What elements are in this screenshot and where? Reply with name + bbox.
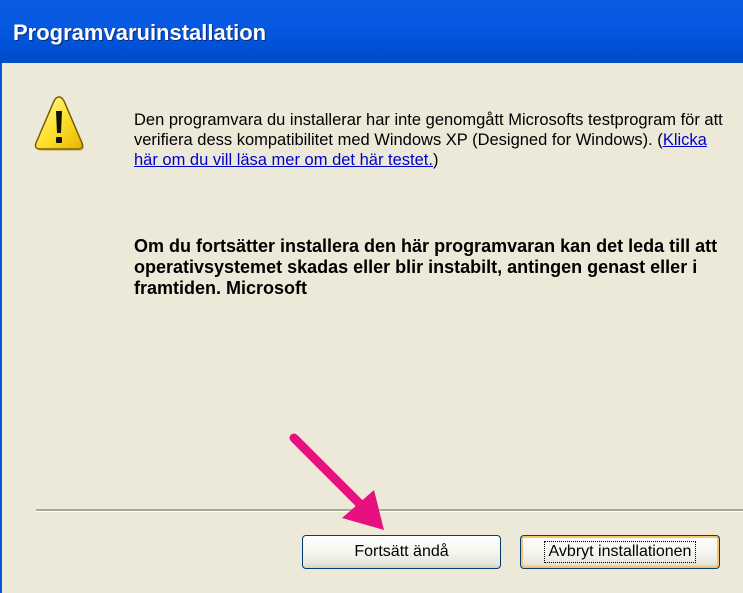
warning-icon — [34, 96, 84, 151]
annotation-arrow-icon — [289, 433, 384, 530]
software-installation-dialog: Programvaruinstallation Den programvara … — [0, 0, 743, 593]
cancel-installation-button[interactable]: Avbryt installationen — [520, 535, 720, 569]
window-border — [0, 63, 2, 593]
info-text: Den programvara du installerar har inte … — [134, 111, 723, 149]
window-title: Programvaruinstallation — [13, 20, 267, 45]
cancel-installation-label: Avbryt installationen — [543, 541, 697, 563]
continue-anyway-button[interactable]: Fortsätt ändå — [302, 535, 501, 569]
title-bar[interactable]: Programvaruinstallation — [0, 0, 743, 63]
separator-highlight — [36, 511, 743, 512]
info-text-end: ) — [432, 151, 439, 169]
warning-message: Om du fortsätter installera den här prog… — [134, 236, 718, 298]
info-message: Den programvara du installerar har inte … — [134, 110, 734, 170]
continue-anyway-label: Fortsätt ändå — [354, 543, 449, 560]
